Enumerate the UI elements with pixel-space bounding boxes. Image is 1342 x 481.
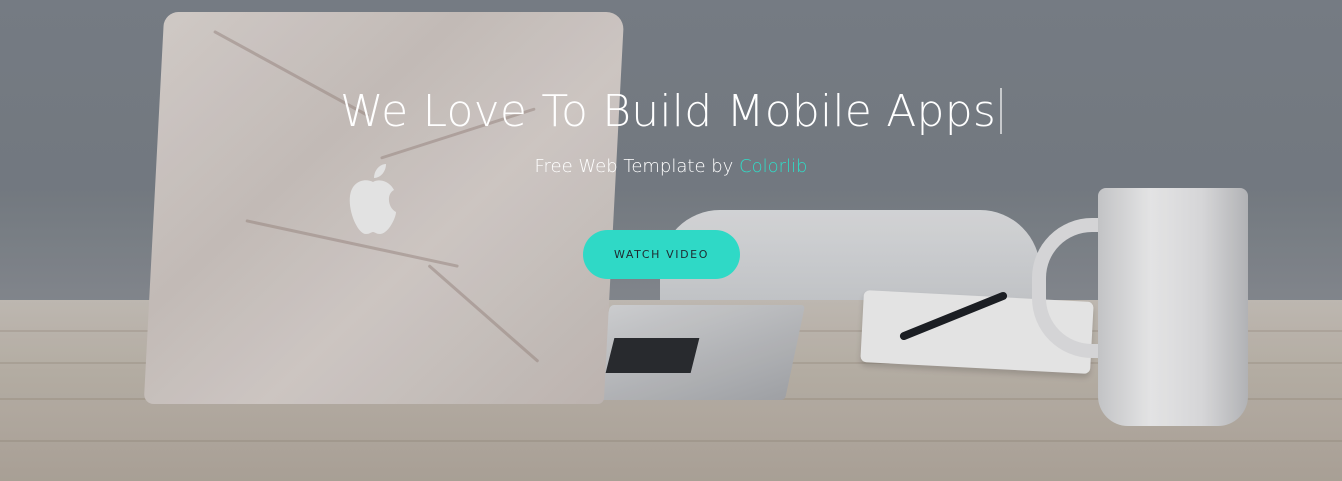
hero-subtitle: Free Web Template by Colorlib <box>0 156 1342 177</box>
colorlib-link[interactable]: Colorlib <box>739 156 807 177</box>
hero-title: We Love To Build Mobile Apps <box>0 86 1342 137</box>
hero-title-text: We Love To Build Mobile Apps <box>340 86 996 137</box>
subtitle-prefix: Free Web Template by <box>534 156 734 177</box>
hero-section: We Love To Build Mobile Apps Free Web Te… <box>0 0 1342 481</box>
typing-cursor <box>999 88 1002 134</box>
watch-video-button[interactable]: WATCH VIDEO <box>583 230 740 279</box>
hero-content: We Love To Build Mobile Apps Free Web Te… <box>0 0 1342 481</box>
